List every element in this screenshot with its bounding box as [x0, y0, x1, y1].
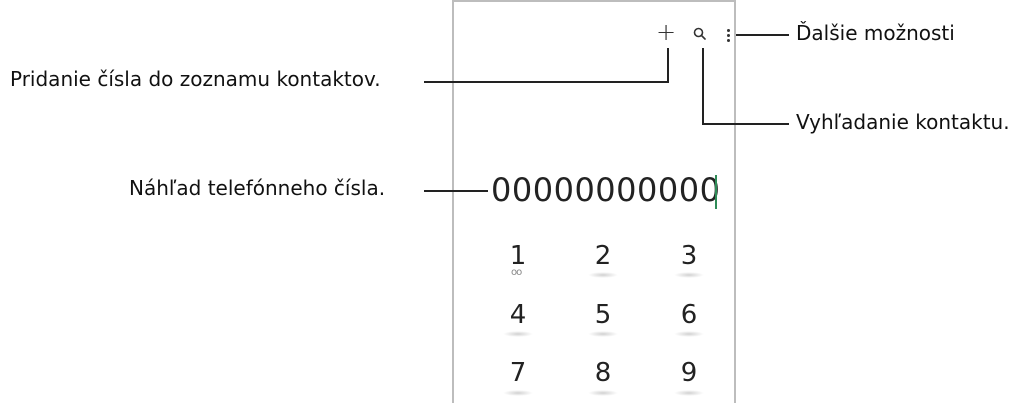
key-3[interactable]: 3	[669, 241, 709, 271]
callout-line-search-vertical	[702, 48, 704, 125]
key-shadow	[674, 331, 704, 337]
add-icon[interactable]: +	[656, 20, 676, 44]
diagram-canvas: + 00000000000 1 oo 2 3 4 5 6 7 8 9 Ďalši…	[0, 0, 1028, 403]
callout-more-options: Ďalšie možnosti	[796, 21, 955, 45]
more-options-icon[interactable]	[727, 29, 731, 43]
search-icon[interactable]	[693, 27, 706, 40]
key-shadow	[588, 331, 618, 337]
key-7[interactable]: 7	[498, 358, 538, 388]
callout-line-add-contact	[424, 81, 669, 83]
key-shadow	[588, 390, 618, 396]
key-5[interactable]: 5	[583, 300, 623, 330]
callout-line-search	[702, 123, 789, 125]
callout-line-add-contact-vertical	[667, 48, 669, 83]
key-8[interactable]: 8	[583, 358, 623, 388]
key-shadow	[588, 272, 618, 278]
key-shadow	[674, 272, 704, 278]
callout-number-preview: Náhľad telefónneho čísla.	[129, 176, 386, 200]
callout-add-contact: Pridanie čísla do zoznamu kontaktov.	[10, 67, 381, 91]
key-shadow	[674, 390, 704, 396]
key-6[interactable]: 6	[669, 300, 709, 330]
key-shadow	[503, 390, 533, 396]
text-cursor	[715, 175, 717, 209]
callout-search-contact: Vyhľadanie kontaktu.	[796, 110, 1010, 134]
key-9[interactable]: 9	[669, 358, 709, 388]
phone-number-preview: 00000000000	[491, 171, 721, 209]
key-2[interactable]: 2	[583, 241, 623, 271]
voicemail-icon: oo	[511, 267, 522, 278]
callout-line-more-options	[736, 34, 789, 36]
key-4[interactable]: 4	[498, 300, 538, 330]
key-shadow	[503, 331, 533, 337]
callout-line-number-preview	[424, 190, 488, 192]
